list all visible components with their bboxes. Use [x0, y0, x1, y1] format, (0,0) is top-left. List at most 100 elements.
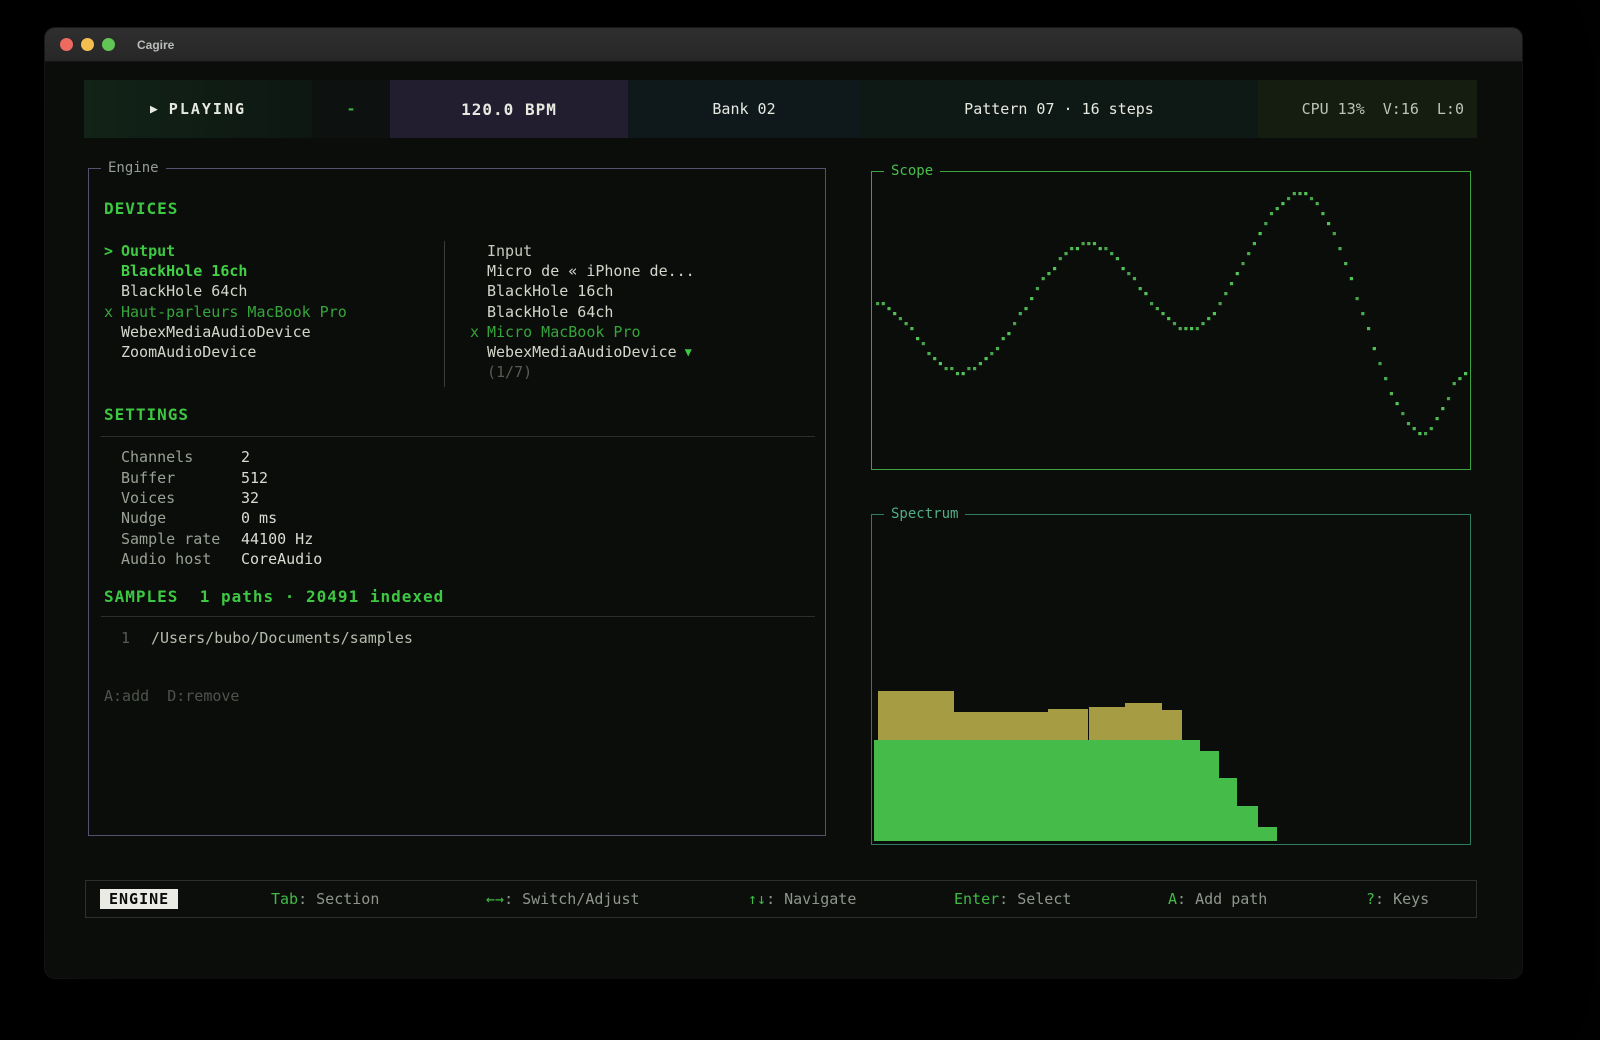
setting-value: 512 — [241, 469, 268, 487]
transport-status: ▶ PLAYING — [84, 80, 312, 138]
spectrum-olive-segment — [1048, 709, 1088, 740]
input-device-item[interactable]: BlackHole 64ch — [470, 302, 800, 322]
device-label: (1/7) — [487, 363, 532, 381]
output-device-item[interactable]: xHaut-parleurs MacBook Pro — [104, 302, 434, 322]
setting-row[interactable]: Audio hostCoreAudio — [121, 549, 322, 569]
spectrum-bars — [872, 515, 1470, 844]
device-label: BlackHole 64ch — [121, 282, 247, 300]
device-label: Output — [121, 242, 175, 260]
engine-panel: Engine DEVICES >OutputBlackHole 16chBlac… — [88, 168, 826, 836]
input-device-item[interactable]: xMicro MacBook Pro — [470, 322, 800, 342]
latency-stat: L:0 — [1437, 100, 1464, 118]
output-device-item[interactable]: ZoomAudioDevice — [104, 342, 434, 362]
spectrum-olive-segment — [878, 691, 954, 740]
pattern-display[interactable]: Pattern 07 · 16 steps — [860, 80, 1258, 138]
transport-state-label: PLAYING — [169, 100, 246, 118]
spectrum-panel: Spectrum — [871, 514, 1471, 845]
device-state-prefix: > — [104, 242, 121, 260]
samples-divider — [101, 616, 815, 617]
setting-row[interactable]: Sample rate44100 Hz — [121, 529, 322, 549]
setting-row[interactable]: Nudge0 ms — [121, 508, 322, 528]
output-device-item[interactable]: BlackHole 64ch — [104, 281, 434, 301]
setting-row[interactable]: Buffer512 — [121, 467, 322, 487]
sample-path-row[interactable]: 1/Users/bubo/Documents/samples — [121, 627, 413, 648]
setting-label: Audio host — [121, 550, 241, 568]
input-device-item[interactable]: Micro de « iPhone de... — [470, 261, 800, 281]
shortcut-add-path: A: Add path — [1168, 890, 1267, 908]
device-label: BlackHole 64ch — [487, 303, 613, 321]
spectrum-green-segment — [1200, 751, 1219, 842]
device-label: Micro de « iPhone de... — [487, 262, 695, 280]
transport-bar: ▶ PLAYING - 120.0 BPM Bank 02 Pattern 07… — [84, 80, 1477, 138]
path-index: 1 — [121, 629, 151, 647]
spectrum-green-segment — [1258, 827, 1277, 841]
play-icon: ▶ — [150, 102, 158, 117]
setting-label: Buffer — [121, 469, 241, 487]
samples-summary: 1 paths · 20491 indexed — [200, 587, 445, 606]
scope-waveform — [872, 172, 1470, 469]
device-label: Micro MacBook Pro — [487, 323, 641, 341]
input-header: Input — [470, 241, 800, 261]
path-text: /Users/bubo/Documents/samples — [151, 629, 413, 647]
spectrum-olive-segment — [1162, 710, 1182, 740]
cpu-stat: CPU 13% — [1302, 100, 1365, 118]
shortcut-switch-adjust: ←→: Switch/Adjust — [486, 890, 640, 908]
input-device-item[interactable]: (1/7) — [470, 362, 800, 382]
setting-value: 32 — [241, 489, 259, 507]
device-label: WebexMediaAudioDevice — [487, 343, 677, 361]
voices-stat: V:16 — [1383, 100, 1419, 118]
output-header: >Output — [104, 241, 434, 261]
device-label: ZoomAudioDevice — [121, 343, 256, 361]
spectrum-green-segment — [874, 740, 1200, 841]
shortcut-select: Enter: Select — [954, 890, 1071, 908]
window-title: Cagire — [137, 38, 174, 52]
device-label: Haut-parleurs MacBook Pro — [121, 303, 347, 321]
output-device-item[interactable]: WebexMediaAudioDevice — [104, 322, 434, 342]
device-label: Input — [487, 242, 532, 260]
input-device-list: Input Micro de « iPhone de... BlackHole 16… — [470, 241, 800, 382]
titlebar[interactable]: Cagire — [45, 28, 1522, 62]
mode-badge: ENGINE — [100, 889, 178, 909]
samples-title: SAMPLES — [104, 587, 178, 606]
shortcut-key: ↑↓ — [748, 890, 766, 908]
device-label: BlackHole 16ch — [487, 282, 613, 300]
settings-rows: Channels2Buffer512Voices32Nudge0 msSampl… — [121, 447, 322, 569]
setting-row[interactable]: Channels2 — [121, 447, 322, 467]
bpm-display[interactable]: 120.0 BPM — [390, 80, 628, 138]
device-state-prefix: x — [470, 323, 487, 341]
minimize-button[interactable] — [81, 38, 94, 51]
spectrum-olive-segment — [954, 712, 1049, 740]
spectrum-green-segment — [1219, 778, 1237, 842]
output-device-list: >OutputBlackHole 16chBlackHole 64chxHaut… — [104, 241, 434, 362]
settings-divider — [101, 436, 815, 437]
setting-label: Channels — [121, 448, 241, 466]
shortcut-key: ←→ — [486, 890, 504, 908]
shortcut-key: A — [1168, 890, 1177, 908]
dropdown-arrow-icon: ▼ — [685, 345, 692, 359]
maximize-button[interactable] — [102, 38, 115, 51]
close-button[interactable] — [60, 38, 73, 51]
input-device-item[interactable]: BlackHole 16ch — [470, 281, 800, 301]
samples-heading: SAMPLES 1 paths · 20491 indexed — [104, 587, 444, 606]
samples-spacer — [178, 587, 199, 606]
desktop-background: Cagire ▶ PLAYING - 120.0 BPM Bank 02 Pat… — [0, 0, 1600, 1040]
output-device-item[interactable]: BlackHole 16ch — [104, 261, 434, 281]
app-window: Cagire ▶ PLAYING - 120.0 BPM Bank 02 Pat… — [45, 28, 1522, 978]
column-divider — [444, 241, 445, 387]
setting-row[interactable]: Voices32 — [121, 488, 322, 508]
setting-value: 0 ms — [241, 509, 277, 527]
spectrum-olive-segment — [1089, 707, 1126, 740]
spectrum-olive-segment — [1125, 703, 1162, 740]
device-label: BlackHole 16ch — [121, 262, 247, 280]
device-state-prefix: x — [104, 303, 121, 321]
shortcut-navigate: ↑↓: Navigate — [748, 890, 856, 908]
shortcut-keys: ?: Keys — [1366, 890, 1429, 908]
spectrum-green-segment — [1237, 806, 1258, 841]
devices-heading: DEVICES — [104, 199, 178, 218]
setting-value: 2 — [241, 448, 250, 466]
input-device-item[interactable]: WebexMediaAudioDevice ▼ — [470, 342, 800, 362]
system-stats: CPU 13% V:16 L:0 — [1258, 80, 1477, 138]
setting-label: Nudge — [121, 509, 241, 527]
bank-display[interactable]: Bank 02 — [628, 80, 860, 138]
transport-divider: - — [312, 80, 390, 138]
